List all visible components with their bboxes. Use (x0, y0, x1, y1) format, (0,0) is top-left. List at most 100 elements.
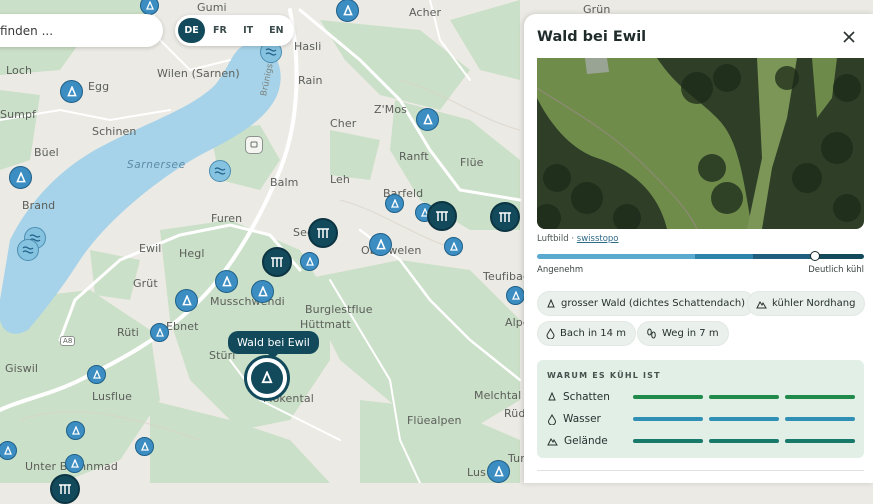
place-label: Hegl (179, 247, 205, 260)
panel-divider (537, 470, 864, 471)
feature-chip: Weg in 7 m (637, 321, 729, 346)
waterfall-marker[interactable] (308, 218, 338, 248)
place-label: Gumi (197, 1, 227, 14)
selected-marker[interactable] (244, 355, 290, 401)
bell-icon (261, 371, 273, 384)
cool-spot-marker[interactable] (135, 437, 154, 456)
scale-segment-1 (537, 254, 695, 259)
bell-icon (71, 425, 80, 435)
cool-spot-marker[interactable] (150, 323, 169, 342)
panel-title: Wald bei Ewil (537, 29, 647, 45)
waterfall-marker[interactable] (50, 474, 80, 504)
bell-icon (342, 4, 353, 15)
place-label: Cher (330, 117, 357, 130)
cool-spot-marker[interactable] (251, 280, 274, 303)
cool-spot-marker[interactable] (175, 289, 198, 312)
place-label: Sumpf (0, 108, 37, 121)
why-label: Gelände (564, 435, 608, 447)
bell-icon (422, 113, 433, 124)
bell-icon (221, 275, 232, 286)
bell-icon (92, 369, 101, 379)
place-label: Balm (270, 176, 299, 189)
waterfall-icon (436, 211, 448, 221)
bell-icon (70, 458, 79, 468)
bell-icon (15, 171, 26, 182)
rating-bars (633, 439, 856, 444)
bell-icon (140, 441, 149, 451)
mountain-icon (756, 300, 767, 308)
place-label: Giswil (5, 362, 39, 375)
cool-spot-marker[interactable] (215, 270, 238, 293)
waterfall-marker[interactable] (427, 201, 457, 231)
cool-spot-marker[interactable] (506, 286, 525, 305)
cool-spot-marker[interactable] (9, 166, 32, 189)
place-label: Rüti (117, 326, 139, 339)
why-cool-box: WARUM ES KÜHL IST Schatten Wasser Geländ… (537, 360, 864, 458)
bell-icon (449, 241, 458, 251)
bell-tree-icon (548, 392, 556, 401)
waterfall-marker[interactable] (490, 202, 520, 232)
cool-spot-marker[interactable] (336, 0, 359, 22)
place-label: Melchtal (474, 389, 522, 402)
place-label: Lus (467, 466, 486, 479)
place-label: Burglestflue (305, 303, 373, 316)
place-label: Hasli (294, 40, 322, 53)
rating-segment (633, 395, 703, 399)
road-label: A8 (60, 336, 76, 346)
why-row-terrain: Gelände (547, 434, 857, 448)
rating-segment (785, 395, 855, 399)
cool-spot-marker[interactable] (300, 252, 319, 271)
cool-spot-marker[interactable] (65, 454, 84, 473)
rating-segment (785, 439, 855, 443)
lang-it-button[interactable]: IT (235, 18, 262, 43)
scale-segment-4 (813, 254, 864, 259)
place-label: Acher (409, 6, 442, 19)
close-icon[interactable] (841, 29, 857, 45)
wave-icon (22, 246, 34, 254)
rating-segment (785, 417, 855, 421)
bell-icon (145, 0, 154, 10)
chip-label: grosser Wald (dichtes Schattendach) (561, 298, 746, 309)
rating-bars (633, 395, 856, 400)
water-marker[interactable] (209, 160, 231, 182)
place-label: Ranft (399, 150, 429, 163)
cool-spot-marker[interactable] (385, 194, 404, 213)
place-label: Lusflue (92, 390, 133, 403)
search-input[interactable]: finden ... (0, 14, 163, 47)
why-row-shade: Schatten (547, 390, 857, 404)
scale-right-label: Deutlich kühl (808, 265, 864, 275)
rating-segment (709, 395, 779, 399)
cool-spot-marker[interactable] (369, 233, 392, 256)
cool-spot-marker[interactable] (60, 80, 83, 103)
lang-de-button[interactable]: DE (178, 18, 206, 43)
bell-icon (181, 294, 192, 305)
waterfall-icon (499, 212, 511, 222)
feature-chip: Bach in 14 m (537, 321, 636, 346)
place-label: Wilen (Sarnen) (157, 67, 240, 80)
poi-marker[interactable] (245, 136, 263, 154)
cool-spot-marker[interactable] (87, 365, 106, 384)
place-label: Hüttmatt (300, 318, 351, 331)
place-label: Egg (88, 80, 110, 93)
lang-fr-button[interactable]: FR (206, 18, 233, 43)
rating-segment (709, 439, 779, 443)
lang-en-button[interactable]: EN (263, 18, 290, 43)
place-label: Brand (22, 199, 56, 212)
waterfall-marker[interactable] (262, 247, 292, 277)
place-label: Grüt (133, 277, 158, 290)
wave-icon (214, 167, 226, 175)
train-icon (250, 141, 258, 148)
why-label: Wasser (563, 413, 601, 425)
selected-marker-core (251, 362, 283, 394)
cool-spot-marker[interactable] (487, 460, 510, 483)
place-label: Furen (211, 212, 243, 225)
photo-source-link[interactable]: swisstopo (577, 234, 619, 244)
cool-spot-marker[interactable] (416, 108, 439, 131)
water-marker[interactable] (17, 239, 39, 261)
cool-spot-marker[interactable] (66, 421, 85, 440)
cool-spot-marker[interactable] (444, 237, 463, 256)
coolness-indicator (810, 251, 820, 261)
bell-icon (375, 238, 386, 249)
why-heading: WARUM ES KÜHL IST (547, 371, 661, 380)
place-label: Z'Mos (374, 103, 408, 116)
